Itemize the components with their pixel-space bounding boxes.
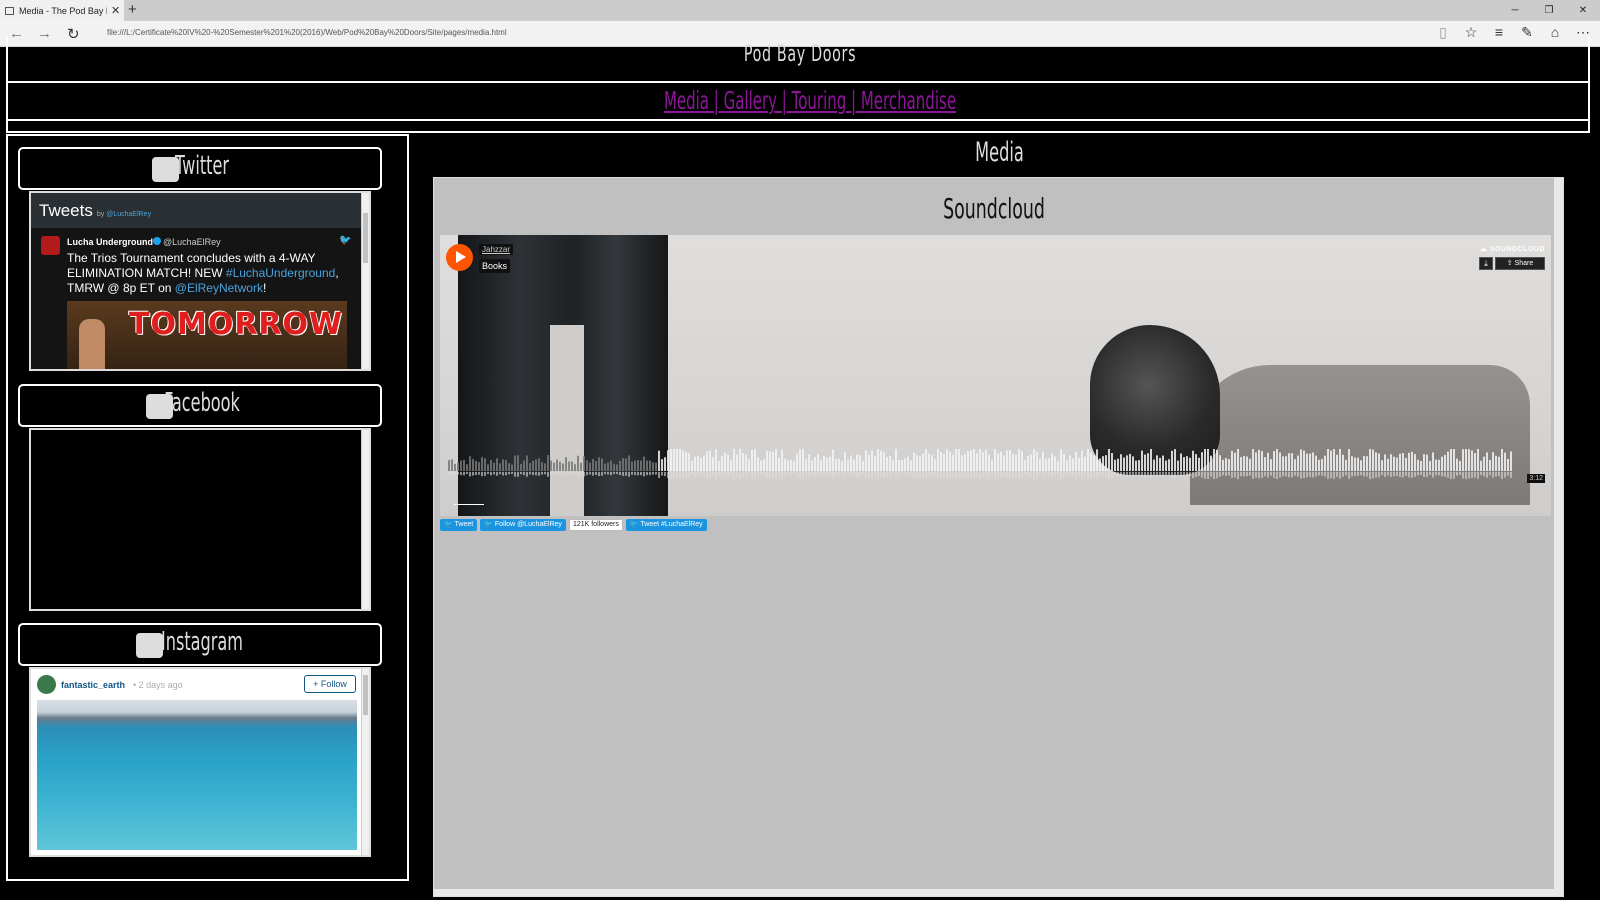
instagram-heading-label: Instagram (160, 627, 244, 657)
tweet-hashtag-button[interactable]: 🐦 Tweet #LuchaElRey (625, 519, 707, 531)
new-tab-icon[interactable]: + (128, 1, 137, 18)
page-icon (5, 6, 14, 15)
twitter-buttons: 🐦 Tweet 🐦 Follow @LuchaElRey 121K follow… (440, 519, 707, 531)
page: Pod Bay Doors Media | Gallery | Touring … (0, 37, 1600, 900)
facebook-heading-label: Facebook (164, 388, 240, 418)
twitter-heading: Twitter (18, 147, 382, 190)
follow-twitter-button[interactable]: 🐦 Follow @LuchaElRey (480, 519, 566, 531)
facebook-frame[interactable] (29, 428, 371, 611)
hashtag-link[interactable]: #LuchaUnderground (226, 266, 335, 280)
minimize-icon[interactable]: ─ (1498, 0, 1532, 21)
twitter-scrollbar[interactable] (361, 193, 369, 369)
twitter-feed: Tweets by @LuchaElRey Lucha Underground … (31, 193, 363, 369)
instagram-user[interactable]: fantastic_earth (61, 680, 125, 690)
tweet-button[interactable]: 🐦 Tweet (440, 519, 478, 531)
content-hscrollbar[interactable] (434, 889, 1563, 896)
followers-count: 121K followers (568, 519, 623, 531)
tweet-text: The Trios Tournament concludes with a 4-… (67, 251, 339, 295)
tweet-media-text: TOMORROW (129, 307, 344, 342)
tab-title: Media - The Pod Bay Do (19, 5, 107, 16)
tweets-by-handle[interactable]: @LuchaElRey (106, 211, 151, 218)
artwork-figure (1190, 365, 1530, 505)
facebook-heading: Facebook (18, 384, 382, 427)
play-button[interactable] (446, 244, 473, 271)
artist-link[interactable]: Jahzzar (479, 244, 514, 255)
tweets-by: by @LuchaElRey (96, 211, 152, 218)
mention-link[interactable]: @ElReyNetwork (175, 281, 263, 295)
facebook-feed (31, 430, 363, 609)
main-nav-links[interactable]: Media | Gallery | Touring | Merchandise (324, 86, 1296, 115)
tweet-media[interactable]: TOMORROW (67, 301, 347, 369)
instagram-heading: Instagram (18, 623, 382, 666)
browser-tab[interactable]: Media - The Pod Bay Do ✕ (0, 0, 124, 21)
instagram-photo[interactable] (37, 700, 357, 850)
post-time: • 2 days ago (133, 680, 183, 690)
share-button[interactable]: ⇪ Share (1495, 257, 1545, 270)
facebook-scrollbar[interactable] (361, 430, 369, 609)
soundcloud-logo[interactable]: ☁ SOUNDCLOUD (1480, 245, 1545, 253)
tweet-handle[interactable]: @LuchaElRey (163, 237, 221, 247)
progress-line (454, 504, 484, 505)
restore-icon[interactable]: ❐ (1532, 0, 1566, 21)
content-scrollbar[interactable] (1554, 178, 1563, 896)
tab-strip: Media - The Pod Bay Do ✕ + ─ ❐ ✕ (0, 0, 1600, 21)
tweet-author[interactable]: Lucha Underground (67, 237, 153, 247)
follow-button[interactable]: + Follow (304, 675, 356, 693)
scroll-thumb[interactable] (363, 675, 368, 715)
url-field[interactable]: file:///L:/Certificate%20IV%20-%20Semest… (107, 28, 507, 37)
verified-icon (153, 237, 161, 245)
twitter-timeline[interactable]: Tweets by @LuchaElRey Lucha Underground … (29, 191, 371, 371)
window-controls: ─ ❐ ✕ (1498, 0, 1600, 21)
twitter-heading-label: Twitter (174, 151, 230, 181)
window-close-icon[interactable]: ✕ (1566, 0, 1600, 21)
close-tab-icon[interactable]: ✕ (111, 4, 120, 17)
page-title: Media (975, 137, 1024, 168)
waveform[interactable] (448, 449, 1512, 481)
section-title: Soundcloud (943, 192, 1045, 225)
scroll-thumb[interactable] (363, 213, 368, 263)
soundcloud-player[interactable]: Jahzzar Books ☁ SOUNDCLOUD ⤓ ⇪ Share 3:1… (440, 235, 1551, 516)
site-title: Pod Bay Doors (743, 42, 857, 67)
avatar[interactable] (37, 675, 56, 694)
instagram-scrollbar[interactable] (361, 669, 369, 855)
track-title[interactable]: Books (479, 259, 511, 273)
tweets-label: Tweets (39, 201, 93, 220)
track-duration: 3:12 (1527, 474, 1545, 483)
wrestler-figure (79, 319, 105, 369)
tweets-header: Tweets by @LuchaElRey (31, 193, 363, 228)
content-panel: Soundcloud Jahzzar Books ☁ SOUNDCLOUD ⤓ … (433, 177, 1564, 897)
twitter-bird-icon[interactable]: 🐦 (339, 235, 351, 246)
instagram-post: fantastic_earth • 2 days ago + Follow (31, 669, 363, 855)
instagram-embed[interactable]: fantastic_earth • 2 days ago + Follow (29, 667, 371, 857)
avatar[interactable] (41, 236, 60, 255)
download-icon[interactable]: ⤓ (1479, 257, 1493, 270)
